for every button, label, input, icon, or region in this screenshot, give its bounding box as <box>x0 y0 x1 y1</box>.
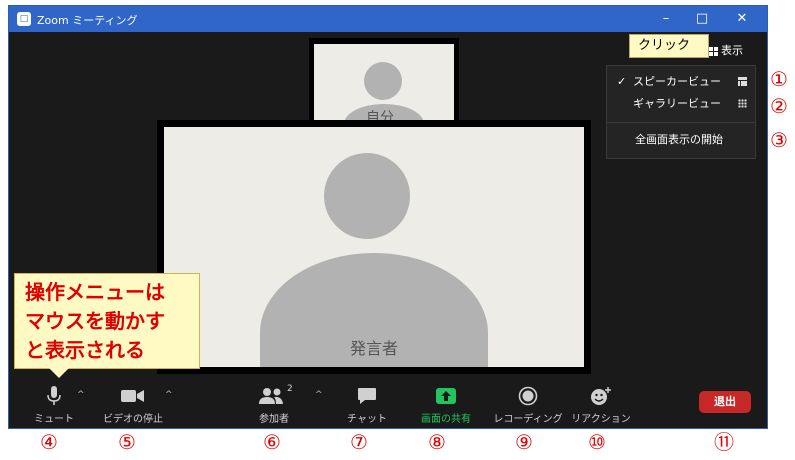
callout-tail <box>49 368 69 378</box>
caret-up-icon: ^ <box>165 390 173 400</box>
speaker-video-tile[interactable]: 発言者 <box>157 120 591 374</box>
marker-5: ⑤ <box>118 430 136 454</box>
close-button[interactable]: ✕ <box>727 9 757 29</box>
caret-up-icon: ^ <box>315 390 323 400</box>
check-icon: ✓ <box>617 75 627 88</box>
reactions-label: リアクション <box>571 414 631 425</box>
click-callout: クリック <box>629 34 709 58</box>
chat-button[interactable]: チャット <box>345 384 389 425</box>
marker-4: ④ <box>40 430 58 454</box>
speaker-view-icon <box>738 77 747 86</box>
participants-button[interactable]: 2 参加者 <box>249 384 299 425</box>
grid-icon <box>709 46 718 56</box>
mute-label: ミュート <box>34 414 74 425</box>
record-icon <box>518 386 538 406</box>
view-button-label: 表示 <box>721 44 743 57</box>
marker-7: ⑦ <box>350 430 368 454</box>
marker-8: ⑧ <box>428 430 446 454</box>
callout-line: マウスを動かす <box>25 309 165 333</box>
marker-6: ⑥ <box>263 430 281 454</box>
menu-item-label: ギャラリービュー <box>633 97 721 110</box>
marker-1: ① <box>770 67 788 91</box>
recording-label: レコーディング <box>493 414 563 425</box>
marker-10: ⑩ <box>588 430 606 454</box>
caret-up-icon: ^ <box>77 390 85 400</box>
zoom-logo-icon: □ <box>17 12 31 26</box>
operation-menu-callout: 操作メニューは マウスを動かす と表示される <box>14 273 200 378</box>
marker-2: ② <box>770 94 788 118</box>
minimize-button[interactable]: – <box>651 9 681 29</box>
chat-label: チャット <box>347 414 387 425</box>
menu-item-label: 全画面表示の開始 <box>635 133 723 146</box>
share-screen-button[interactable]: 画面の共有 <box>411 384 481 425</box>
share-screen-label: 画面の共有 <box>421 414 471 425</box>
self-avatar-head-icon <box>364 62 402 100</box>
window-title: Zoom ミーティング <box>37 14 138 27</box>
marker-3: ③ <box>770 128 788 152</box>
speaker-avatar-head-icon <box>324 153 410 239</box>
participants-icon <box>259 388 283 404</box>
view-button[interactable]: 表示 <box>709 42 743 60</box>
marker-11: ⑪ <box>714 430 734 454</box>
gallery-view-icon <box>738 99 747 108</box>
stop-video-label: ビデオの停止 <box>103 414 163 425</box>
menu-item-fullscreen[interactable]: 全画面表示の開始 <box>607 130 755 150</box>
audio-options-caret[interactable]: ^ <box>75 384 87 424</box>
stop-video-button[interactable]: ビデオの停止 <box>101 384 165 425</box>
menu-item-speaker-view[interactable]: ✓ スピーカービュー <box>607 72 755 92</box>
self-video-tile[interactable]: 自分 <box>309 38 459 124</box>
participants-count: 2 <box>287 384 293 394</box>
marker-9: ⑨ <box>515 430 533 454</box>
speaker-name-label: 発言者 <box>350 339 399 358</box>
menu-divider <box>607 122 755 123</box>
view-menu: ✓ スピーカービュー ギャラリービュー 全画面表示の開始 <box>606 65 756 159</box>
mute-button[interactable]: ミュート <box>31 384 77 425</box>
maximize-button[interactable]: □ <box>687 9 717 29</box>
share-screen-icon <box>436 388 456 404</box>
meeting-toolbar: ミュート ^ ビデオの停止 ^ 2 参加者 ^ チャット 画面の共有 レコーディ… <box>9 378 767 428</box>
video-camera-icon <box>121 390 144 402</box>
menu-item-label: スピーカービュー <box>633 75 721 88</box>
reaction-emoji-icon <box>591 387 611 405</box>
title-bar: □ Zoom ミーティング – □ ✕ <box>9 6 767 32</box>
reactions-button[interactable]: リアクション <box>571 384 631 425</box>
participants-label: 参加者 <box>259 414 289 425</box>
menu-item-gallery-view[interactable]: ギャラリービュー <box>607 94 755 114</box>
participants-options-caret[interactable]: ^ <box>313 384 325 424</box>
callout-line: と表示される <box>25 338 145 362</box>
chat-icon <box>358 388 376 404</box>
microphone-icon <box>47 386 61 405</box>
recording-button[interactable]: レコーディング <box>491 384 565 425</box>
video-options-caret[interactable]: ^ <box>163 384 175 424</box>
callout-line: 操作メニューは <box>25 280 165 304</box>
exit-meeting-button[interactable]: 退出 <box>699 391 751 413</box>
